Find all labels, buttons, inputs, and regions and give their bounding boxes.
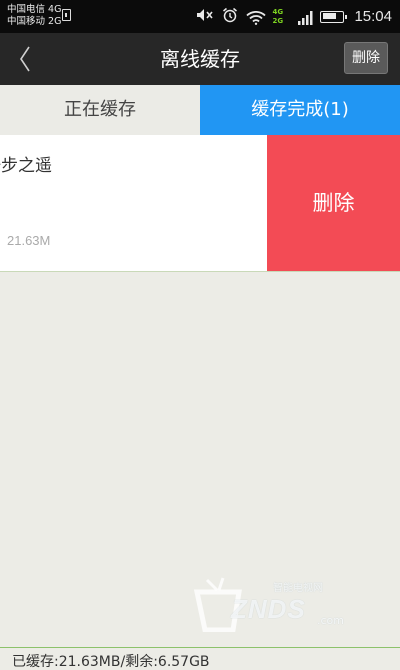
clock: 15:04 xyxy=(354,8,392,25)
watermark-brand: ZNDS xyxy=(231,594,306,624)
carrier-2: 中国移动 2G xyxy=(7,16,62,27)
watermark-logo: 智能电视网 ZNDS .com xyxy=(193,566,358,634)
back-button[interactable] xyxy=(12,43,38,75)
title-bar: 离线缓存 删除 xyxy=(0,33,400,85)
battery-icon xyxy=(320,10,348,23)
alarm-icon xyxy=(222,7,238,27)
watermark-subtitle: 智能电视网 xyxy=(273,583,323,594)
storage-footer: 已缓存:21.63MB/剩余:6.57GB xyxy=(0,647,400,670)
network-4g-label: 4G xyxy=(272,7,284,16)
swipe-delete-button[interactable]: 删除 xyxy=(267,135,400,271)
status-bar: 中国电信 4G 中国移动 2G 4G 2G 15:04 xyxy=(0,0,400,33)
carrier-info: 中国电信 4G 中国移动 2G xyxy=(7,4,61,28)
wifi-icon xyxy=(246,10,267,25)
signal-icon xyxy=(298,10,314,25)
chevron-left-icon xyxy=(20,46,30,72)
list-item[interactable]: 一步之遥 21.63M 删除 xyxy=(0,135,400,272)
system-icons: 4G 2G 15:04 xyxy=(196,0,400,33)
storage-info: 已缓存:21.63MB/剩余:6.57GB xyxy=(12,654,210,670)
tab-bar: 正在缓存 缓存完成(1) xyxy=(0,85,400,135)
watermark-domain: .com xyxy=(317,614,344,627)
carrier-1: 中国电信 4G xyxy=(7,4,62,15)
tab-downloading[interactable]: 正在缓存 xyxy=(0,85,200,135)
delete-button[interactable]: 删除 xyxy=(344,42,388,74)
network-type-badge: 4G 2G xyxy=(272,7,294,27)
tab-completed[interactable]: 缓存完成(1) xyxy=(200,85,400,135)
mute-icon xyxy=(196,8,214,26)
sim-icon xyxy=(62,9,71,21)
video-title: 一步之遥 xyxy=(0,156,52,176)
network-2g-label: 2G xyxy=(272,16,284,25)
page-title: 离线缓存 xyxy=(160,47,240,71)
video-size: 21.63M xyxy=(7,233,51,248)
